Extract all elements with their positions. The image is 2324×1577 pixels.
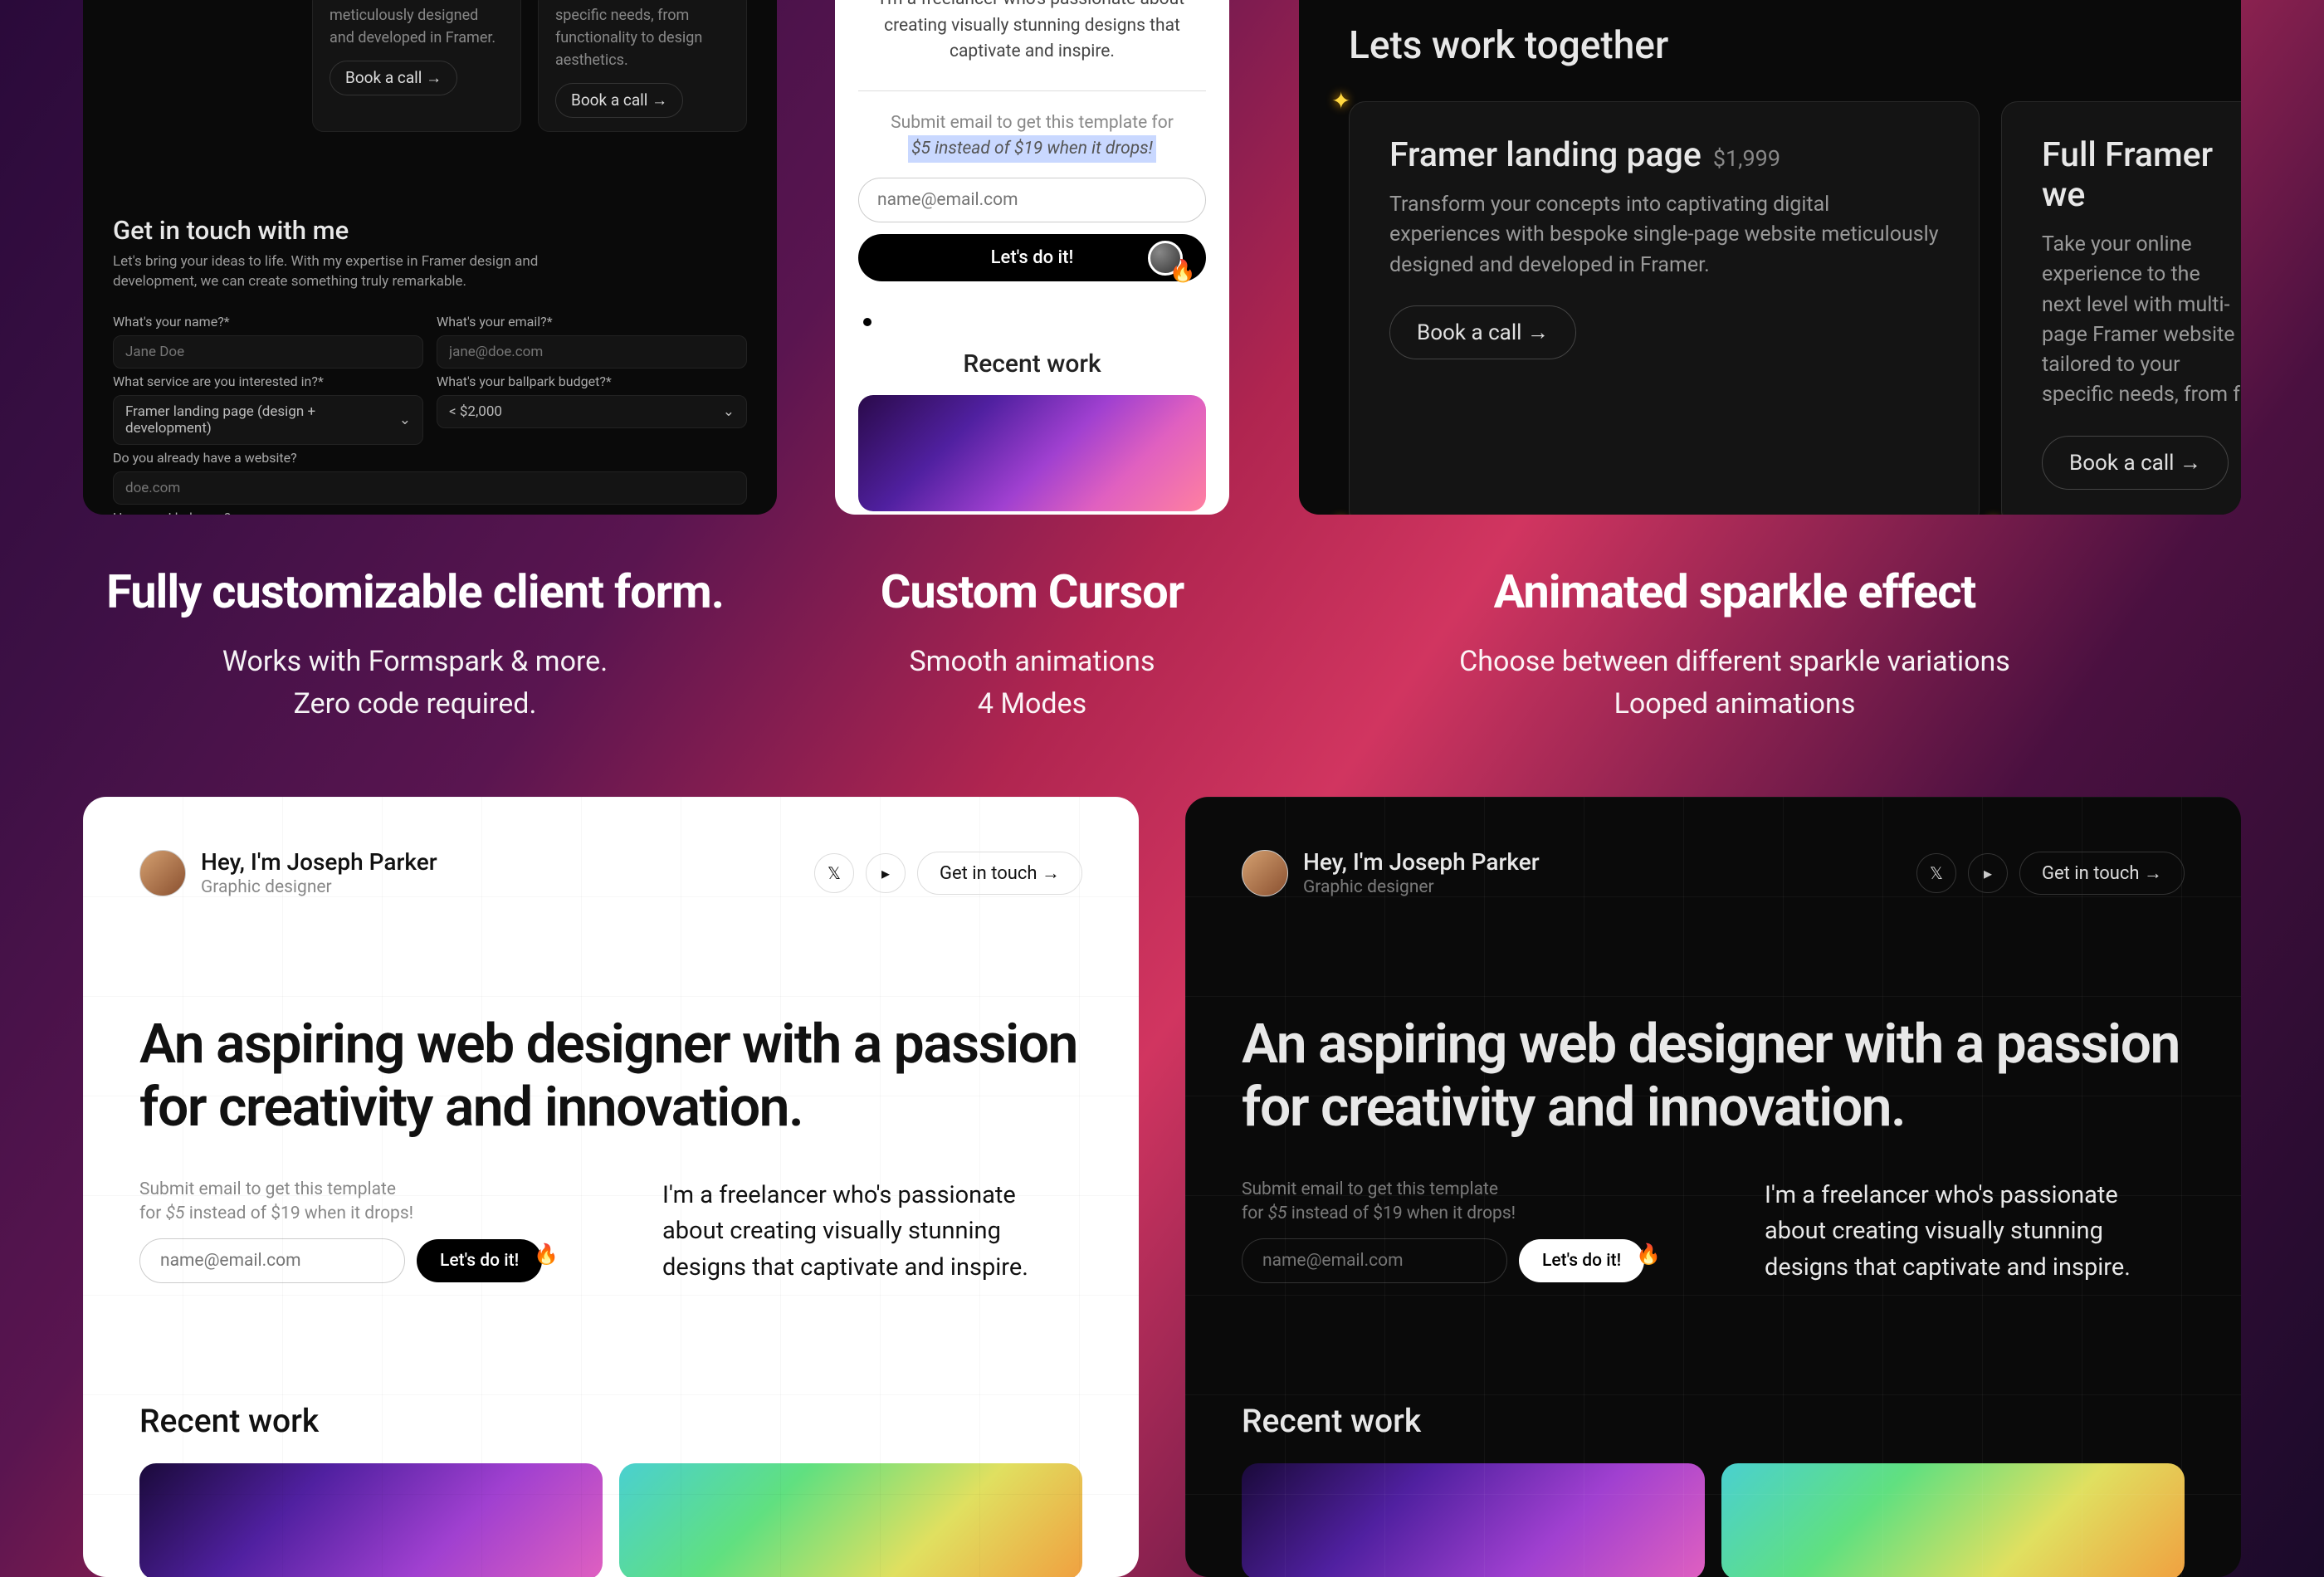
submit-promo: Submit email to get this template for $5…: [139, 1178, 604, 1227]
fire-icon: 🔥: [1636, 1243, 1661, 1266]
recent-work-image: [858, 395, 1206, 511]
pricing-price: $1,999: [1713, 145, 1780, 172]
pricing-text: Take your online experience to the next …: [2042, 230, 2241, 411]
email-input[interactable]: [1242, 1238, 1507, 1283]
name-input[interactable]: [113, 335, 423, 369]
book-call-button[interactable]: Book a call →: [1389, 305, 1576, 359]
pricing-title: Full Framer we: [2042, 135, 2241, 215]
user-name: Hey, I'm Joseph Parker: [201, 848, 437, 876]
dot-indicator: [863, 318, 872, 326]
hero-description: I'm a freelancer who's passionate about …: [662, 1178, 1082, 1286]
work-together-title: Lets work together: [1349, 23, 2191, 68]
sparkle-icon: ✦: [1984, 510, 2003, 515]
hero-description: I'm a freelancer who's passionate about …: [1765, 1178, 2185, 1286]
chevron-down-icon: ⌄: [399, 412, 411, 428]
email-label: What's your email?*: [437, 314, 747, 330]
recent-work-image-1[interactable]: [1242, 1463, 1705, 1577]
avatar: [1242, 850, 1288, 896]
help-label: How can I help you?: [113, 510, 747, 515]
budget-select[interactable]: < $2,000⌄: [437, 395, 747, 428]
user-name: Hey, I'm Joseph Parker: [1303, 848, 1540, 876]
recent-work-image-2[interactable]: [619, 1463, 1082, 1577]
book-call-button[interactable]: Book a call →: [2042, 436, 2229, 490]
feature-subtitle: Choose between different sparkle variati…: [1299, 641, 2170, 725]
user-role: Graphic designer: [1303, 877, 1540, 897]
feature-label-3: Animated sparkle effect Choose between d…: [1299, 564, 2170, 725]
template-preview-light: Hey, I'm Joseph Parker Graphic designer …: [83, 797, 1139, 1577]
video-icon[interactable]: ▸: [1968, 853, 2008, 893]
cursor-preview-card: I'm a freelancer who's passionate about …: [835, 0, 1229, 515]
form-subtitle: Let's bring your ideas to life. With my …: [113, 252, 561, 292]
template-preview-dark: Hey, I'm Joseph Parker Graphic designer …: [1185, 797, 2241, 1577]
website-label: Do you already have a website?: [113, 450, 747, 466]
get-in-touch-button[interactable]: Get in touch →: [2019, 852, 2185, 895]
pricing-title: Framer landing page: [1389, 135, 1702, 175]
lets-do-it-button[interactable]: Let's do it! 🔥: [858, 234, 1206, 281]
chevron-down-icon: ⌄: [723, 403, 735, 420]
intro-text: I'm a freelancer who's passionate about …: [858, 0, 1206, 66]
recent-work-title: Recent work: [858, 349, 1206, 378]
hero-heading: An aspiring web designer with a passion …: [139, 1013, 1082, 1140]
pricing-card-1: ✦ ✦ ✦ Framer landing page$1,999 Transfor…: [1349, 101, 1980, 515]
submit-promo: Submit email to get this template for $5…: [1242, 1178, 1706, 1227]
sparkle-preview-card: Lets work together ✦ ✦ ✦ Framer landing …: [1299, 0, 2241, 515]
mini-card-text: specific needs, from functionality to de…: [555, 4, 730, 71]
website-input[interactable]: [113, 471, 747, 505]
feature-title: Custom Cursor: [835, 564, 1229, 619]
sparkle-icon: ✦: [1331, 87, 1350, 115]
recent-work-title: Recent work: [1242, 1402, 2185, 1440]
sparkle-icon: ✦: [1331, 510, 1350, 515]
get-in-touch-button[interactable]: Get in touch →: [917, 852, 1082, 895]
book-call-button[interactable]: Book a call →: [330, 61, 457, 95]
lets-do-it-button[interactable]: Let's do it!🔥: [1519, 1239, 1644, 1282]
feature-subtitle: Works with Formspark & more.Zero code re…: [83, 641, 747, 725]
twitter-icon[interactable]: 𝕏: [814, 853, 854, 893]
form-title: Get in touch with me: [113, 215, 747, 246]
email-input[interactable]: [858, 178, 1206, 222]
budget-label: What's your ballpark budget?*: [437, 374, 747, 389]
fire-icon: 🔥: [534, 1243, 559, 1266]
top-mini-card-2: specific needs, from functionality to de…: [538, 0, 747, 132]
service-label: What service are you interested in?*: [113, 374, 423, 389]
email-input[interactable]: [139, 1238, 405, 1283]
service-select[interactable]: Framer landing page (design + developmen…: [113, 395, 423, 445]
top-mini-card: meticulously designed and developed in F…: [312, 0, 521, 132]
email-input[interactable]: [437, 335, 747, 369]
feature-title: Animated sparkle effect: [1299, 564, 2170, 619]
user-role: Graphic designer: [201, 877, 437, 897]
fire-icon: 🔥: [1169, 259, 1196, 284]
video-icon[interactable]: ▸: [866, 853, 906, 893]
avatar: [139, 850, 186, 896]
name-label: What's your name?*: [113, 314, 423, 330]
recent-work-title: Recent work: [139, 1402, 1082, 1440]
book-call-button[interactable]: Book a call →: [555, 83, 683, 118]
pricing-card-2: ✦ Full Framer we Take your online experi…: [2001, 101, 2241, 515]
lets-do-it-button[interactable]: Let's do it!🔥: [417, 1239, 542, 1282]
twitter-icon[interactable]: 𝕏: [1916, 853, 1956, 893]
feature-title: Fully customizable client form.: [83, 564, 747, 619]
feature-subtitle: Smooth animations4 Modes: [835, 641, 1229, 725]
divider: [858, 90, 1206, 91]
feature-label-1: Fully customizable client form. Works wi…: [83, 564, 747, 725]
recent-work-image-1[interactable]: [139, 1463, 603, 1577]
recent-work-image-2[interactable]: [1721, 1463, 2185, 1577]
form-preview-card: meticulously designed and developed in F…: [83, 0, 777, 515]
mini-card-text: meticulously designed and developed in F…: [330, 4, 504, 49]
feature-label-2: Custom Cursor Smooth animations4 Modes: [835, 564, 1229, 725]
pricing-text: Transform your concepts into captivating…: [1389, 190, 1939, 281]
hero-heading: An aspiring web designer with a passion …: [1242, 1013, 2185, 1140]
highlighted-text: $5 instead of $19 when it drops!: [908, 135, 1156, 163]
submit-promo-text: Submit email to get this template for $5…: [858, 111, 1206, 164]
